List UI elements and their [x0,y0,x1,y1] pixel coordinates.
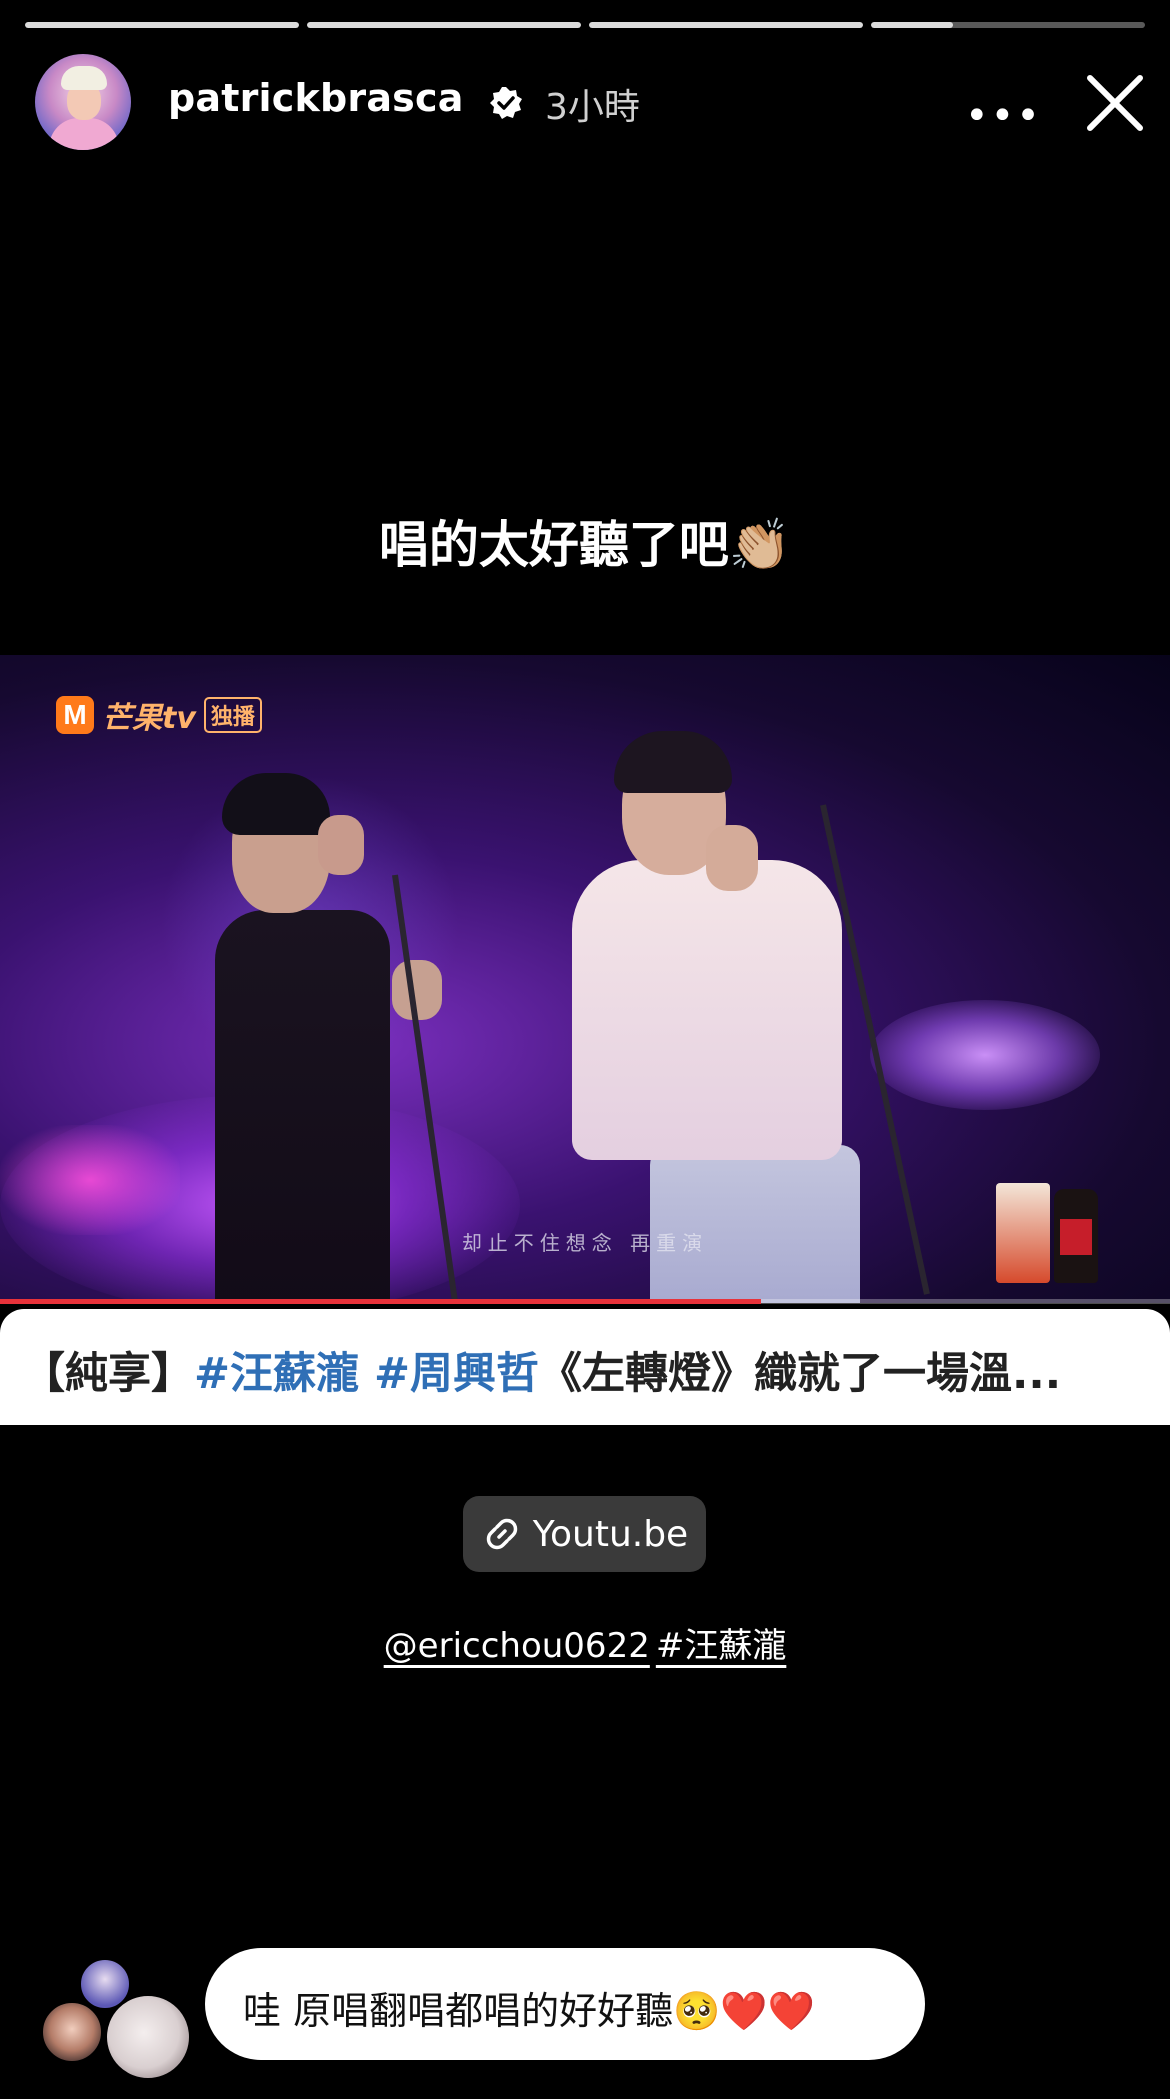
product-placement [1054,1189,1098,1283]
story-segment [589,22,863,28]
reply-bubble[interactable]: 哇 原唱翻唱都唱的好好聽🥺❤️❤️ [205,1948,925,2060]
close-icon[interactable] [1080,68,1150,138]
avatar-hair [61,66,107,90]
title-hashtag[interactable]: #汪蘇瀧 [194,1349,359,1399]
viewer-avatar [40,2000,104,2064]
profile-avatar[interactable] [35,54,131,150]
channel-logo: M 芒果tv 独播 [56,693,262,737]
story-caption: 唱的太好聽了吧👏🏼 [378,516,792,574]
logo-exclusive-badge: 独播 [203,697,262,733]
product-placement [996,1183,1050,1283]
video-progress-bar [0,1299,1170,1304]
video-title: 【純享】#汪蘇瀧 #周興哲《左轉燈》織就了一場溫... [22,1339,1061,1401]
video-progress-fill [0,1299,761,1304]
story-progress [25,22,1145,28]
verified-badge-icon [490,87,522,119]
post-time: 3小時 [545,87,640,128]
mention-row: @ericchou0622 #汪蘇瀧 [0,1618,1170,1667]
more-options-icon[interactable]: ••• [965,96,1042,136]
segment-fill [589,22,863,28]
story-segment [25,22,299,28]
video-title-strip[interactable]: 【純享】#汪蘇瀧 #周興哲《左轉燈》織就了一場溫... [0,1309,1170,1425]
reply-text: 哇 原唱翻唱都唱的好好聽🥺❤️❤️ [243,1989,816,2033]
avatar-body [49,118,119,150]
mention-hashtag[interactable]: #汪蘇瀧 [656,1626,787,1666]
video-thumbnail[interactable]: M 芒果tv 独播 却止不住想念 再重演 [0,655,1170,1303]
username[interactable]: patrickbrasca [168,76,464,120]
logo-brand: 芒果tv [102,701,196,736]
title-hashtag[interactable]: #周興哲 [374,1349,539,1399]
title-rest: 《左轉燈》織就了一場溫... [539,1349,1062,1399]
video-subtitle: 却止不住想念 再重演 [461,1231,709,1255]
segment-fill [25,22,299,28]
stage-light [870,1000,1100,1110]
mention-user[interactable]: @ericchou0622 [384,1626,650,1666]
story-header: patrickbrasca 3小時 ••• [35,52,1150,152]
story-segment [307,22,581,28]
title-prefix: 【純享】 [22,1349,194,1399]
stage-light [0,1125,180,1235]
link-sticker[interactable]: Youtu.be [463,1496,706,1572]
viewer-avatar [104,1993,192,2081]
link-label: Youtu.be [532,1513,689,1555]
segment-fill [871,22,954,28]
segment-fill [307,22,581,28]
logo-mark: M [56,696,94,734]
link-icon [486,1518,517,1550]
video-card[interactable]: M 芒果tv 独播 却止不住想念 再重演 【純享】#汪蘇瀧 #周興哲《左轉燈》織… [0,655,1170,1425]
story-segment [871,22,1145,28]
